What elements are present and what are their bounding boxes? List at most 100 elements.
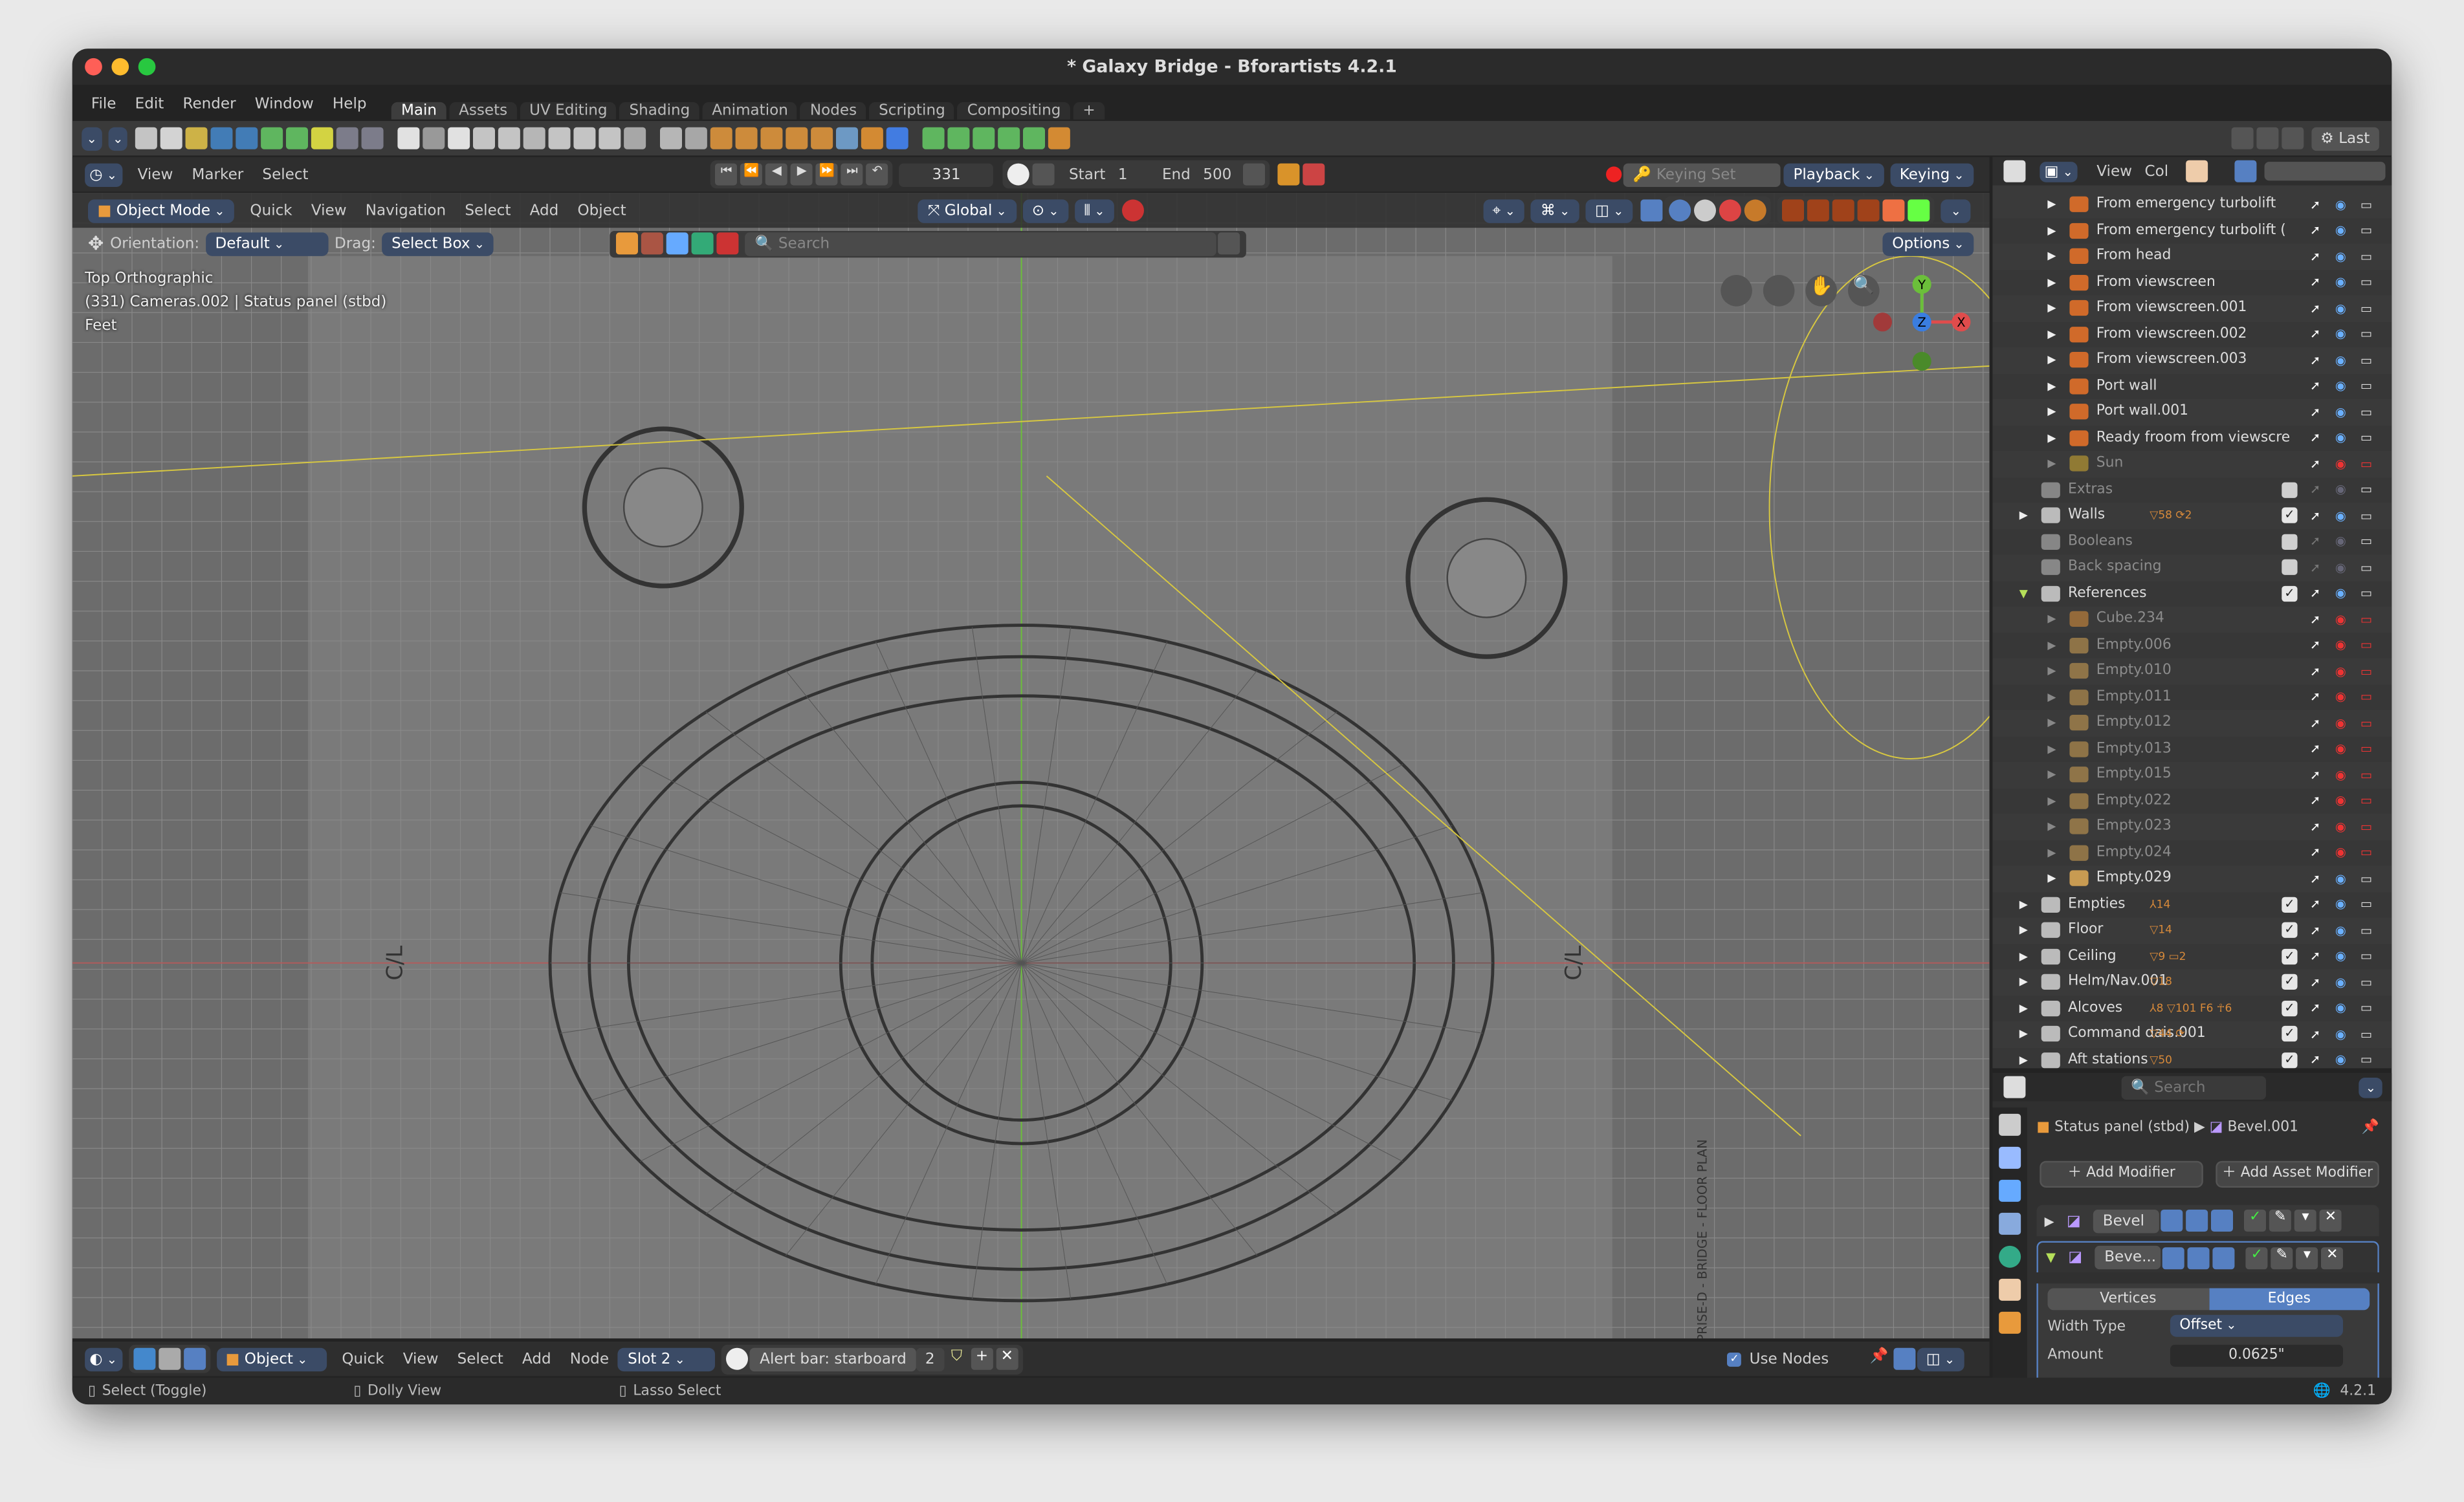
current-frame-field[interactable]: 331 [899, 162, 994, 186]
outliner-item[interactable]: ▶ From viewscreen.002 ➚ ◉ ▭ [1992, 321, 2392, 347]
selectable-icon[interactable]: ➚ [2310, 276, 2320, 290]
render-camera-icon[interactable]: ▭ [2360, 949, 2372, 963]
disclosure-collapsed-icon[interactable]: ▶ [2047, 199, 2056, 211]
pivot-dropdown[interactable]: ⊙ [1022, 199, 1069, 223]
render-camera-icon[interactable]: ▭ [2360, 250, 2372, 264]
outliner-item[interactable]: ▶ Empty.029 ➚ ◉ ▭ [1992, 865, 2392, 891]
apply-check-icon[interactable]: ✓ [2245, 1246, 2268, 1269]
snap-dropdown[interactable]: ⫴ [1074, 199, 1115, 223]
keying-set-field[interactable]: 🔑 Keying Set [1623, 162, 1781, 186]
disclosure-collapsed-icon[interactable]: ▶ [2047, 613, 2056, 626]
play-icon[interactable]: ▶ [791, 163, 813, 186]
cone-icon[interactable] [549, 127, 571, 149]
eye-hidden-icon[interactable]: ◉ [2335, 690, 2346, 704]
modifier-menu-icon[interactable]: ▾ [2296, 1246, 2318, 1269]
node-menu-node[interactable]: Node [570, 1350, 609, 1367]
panel-expanded-icon[interactable]: ▼ [2046, 1250, 2056, 1265]
exclude-checkbox[interactable]: ✓ [2282, 974, 2298, 990]
timeline-editor-type[interactable]: ◷ [85, 162, 122, 186]
disclosure-collapsed-icon[interactable]: ▶ [2047, 431, 2056, 444]
selectable-icon[interactable]: ➚ [2310, 301, 2320, 316]
prev-keyframe-icon[interactable]: ⏪ [740, 163, 763, 186]
marker-pin-icon[interactable] [1242, 163, 1265, 186]
empty-icon[interactable] [624, 127, 647, 149]
disclosure-collapsed-icon[interactable]: ▶ [2047, 665, 2056, 677]
save-as-icon[interactable] [236, 127, 259, 149]
eye-icon[interactable]: ◉ [2335, 897, 2346, 911]
undo-icon[interactable] [2230, 127, 2253, 149]
display-mode-dropdown[interactable]: ▣ [2040, 160, 2078, 182]
workspace-tab-shading[interactable]: Shading [619, 102, 699, 120]
render-disabled-icon[interactable]: ▭ [2360, 457, 2372, 471]
outliner-item[interactable]: ▶ Empty.023 ➚ ◉ ▭ [1992, 814, 2392, 840]
jump-start-icon[interactable]: ⏮ [715, 163, 738, 186]
node-menu-select[interactable]: Select [457, 1350, 503, 1367]
properties-options-dropdown[interactable] [2359, 1076, 2382, 1098]
render-camera-icon[interactable]: ▭ [2360, 923, 2372, 937]
curve-icon[interactable] [660, 127, 683, 149]
disclosure-collapsed-icon[interactable]: ▶ [2019, 509, 2028, 521]
eye-hidden-icon[interactable]: ◉ [2335, 845, 2346, 860]
apply-icon[interactable] [923, 127, 945, 149]
pin-properties-icon[interactable]: 📌 [2362, 1120, 2379, 1136]
visibility-dropdown[interactable]: ⌖ [1482, 199, 1525, 223]
close-window-button[interactable] [85, 58, 102, 76]
outliner-item[interactable]: ▶ Walls ▽58 ⟳2 ✓ ➚ ◉ ▭ [1992, 503, 2392, 528]
editor-type-dropdown[interactable] [82, 126, 102, 150]
3d-viewport[interactable]: C/L C/L ENTERPRISE-D - BRIDGE - FLOOR PLAN… [72, 193, 1990, 1339]
pin-modifier-icon[interactable]: ✎ [2271, 1246, 2293, 1269]
keyframe-insert-icon[interactable] [1277, 163, 1299, 186]
selectable-icon[interactable]: ➚ [2310, 768, 2320, 782]
grid-icon[interactable] [599, 127, 622, 149]
wireframe-shading-icon[interactable] [1669, 199, 1691, 222]
apply-rotation-icon[interactable] [948, 127, 971, 149]
shader-type-world-icon[interactable] [158, 1347, 181, 1370]
workspace-tab-assets[interactable]: Assets [449, 102, 517, 120]
exclude-checkbox[interactable] [2282, 534, 2298, 550]
new-material-icon[interactable]: + [971, 1347, 993, 1370]
editmode-toggle-icon[interactable] [2162, 1246, 2185, 1269]
eye-icon[interactable]: ◉ [2335, 405, 2346, 419]
render-camera-icon[interactable]: ▭ [2360, 353, 2372, 367]
render-camera-icon[interactable]: ▭ [2360, 405, 2372, 419]
apply-visual-icon[interactable] [1023, 127, 1046, 149]
solid-shading-icon[interactable] [1694, 199, 1717, 222]
outliner-item[interactable]: ▶ Empty.011 ➚ ◉ ▭ [1992, 684, 2392, 710]
render-camera-icon[interactable]: ▭ [2360, 1053, 2372, 1067]
apply-parent-icon[interactable] [1048, 127, 1071, 149]
disclosure-collapsed-icon[interactable]: ▶ [2047, 276, 2056, 288]
light-probe-icon[interactable] [836, 127, 859, 149]
amount-field[interactable]: 0.0625" [2170, 1344, 2343, 1367]
selectable-icon[interactable]: ➚ [2310, 664, 2320, 679]
eye-hidden-icon[interactable]: ◉ [2335, 742, 2346, 756]
material-browse-icon[interactable] [727, 1347, 749, 1370]
selectable-icon[interactable]: ➚ [2310, 845, 2320, 860]
material-users-count[interactable]: 2 [916, 1347, 945, 1371]
eye-hidden-icon[interactable]: ◉ [2335, 664, 2346, 679]
shader-editor-type[interactable]: ◐ [85, 1347, 122, 1371]
disclosure-collapsed-icon[interactable]: ▶ [2019, 1028, 2028, 1040]
brush-filter-icon[interactable] [717, 232, 740, 255]
render-animation-icon[interactable] [362, 127, 384, 149]
workspace-tab-main[interactable]: Main [391, 102, 446, 120]
outliner-item[interactable]: ▶ Port wall ➚ ◉ ▭ [1992, 373, 2392, 399]
local-view-icon[interactable] [1883, 199, 1906, 222]
outliner-item[interactable]: Booleans ➚ ◉ ▭ [1992, 528, 2392, 555]
tool-tab-icon[interactable] [1999, 1113, 2021, 1136]
render-disabled-icon[interactable]: ▭ [2360, 742, 2372, 756]
render-camera-icon[interactable]: ▭ [2360, 483, 2372, 497]
disclosure-collapsed-icon[interactable]: ▶ [2019, 924, 2028, 937]
unlink-material-icon[interactable]: ✕ [996, 1347, 1018, 1370]
render-icon[interactable] [336, 127, 359, 149]
workspace-tab-compositing[interactable]: Compositing [958, 102, 1070, 120]
modifier-menu-icon[interactable]: ▾ [2294, 1209, 2317, 1232]
new-collection-icon[interactable] [2185, 160, 2208, 182]
open-file-icon[interactable] [160, 127, 183, 149]
workspace-tab-scripting[interactable]: Scripting [869, 102, 955, 120]
render-disabled-icon[interactable]: ▭ [2360, 690, 2372, 704]
selectable-icon[interactable]: ➚ [2310, 197, 2320, 212]
world-tab-icon[interactable] [1999, 1245, 2021, 1268]
frame-all-icon[interactable] [1858, 199, 1880, 222]
recent-file-icon[interactable] [186, 127, 208, 149]
export-icon[interactable] [311, 127, 334, 149]
